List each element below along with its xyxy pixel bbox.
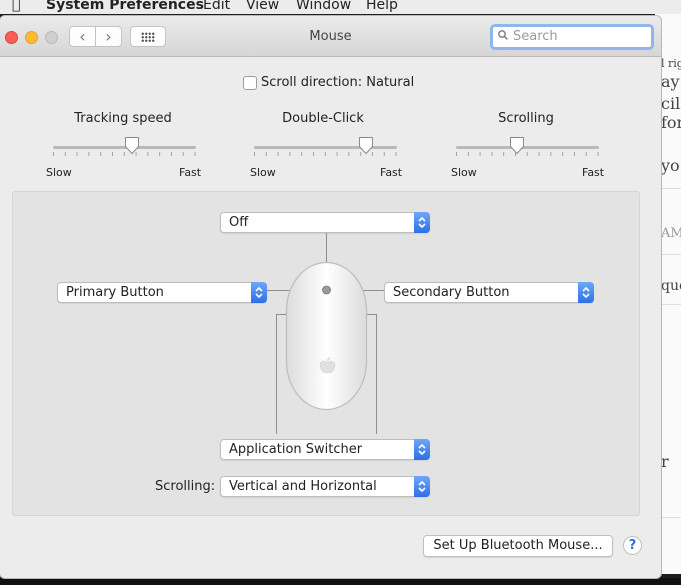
menu-view[interactable]: View xyxy=(246,0,279,12)
connector-line xyxy=(376,314,377,434)
side-button-popup[interactable]: Application Switcher xyxy=(220,439,430,460)
popup-arrows-icon xyxy=(414,212,430,233)
menu-edit[interactable]: Edit xyxy=(203,0,230,12)
background-text: r xyxy=(661,452,669,471)
popup-value: Application Switcher xyxy=(229,442,363,457)
popup-arrows-icon xyxy=(414,439,430,460)
search-icon xyxy=(498,30,508,40)
menu-help[interactable]: Help xyxy=(366,0,398,12)
background-text: ay xyxy=(661,72,680,91)
setup-bluetooth-mouse-button[interactable]: Set Up Bluetooth Mouse... xyxy=(423,535,613,557)
slider-min-label: Slow xyxy=(46,166,72,179)
popup-value: Off xyxy=(229,215,249,230)
slider-title: Tracking speed xyxy=(74,111,172,126)
slider-title: Scrolling xyxy=(498,111,554,126)
scrolling-label: Scrolling: xyxy=(155,479,216,494)
slider-thumb[interactable] xyxy=(509,136,525,155)
slider-max-label: Fast xyxy=(380,166,403,179)
slider-thumb[interactable] xyxy=(124,136,140,155)
scrolling-mode-popup[interactable]: Vertical and Horizontal xyxy=(220,476,430,497)
slider-ticks xyxy=(254,152,397,156)
apple-logo-icon[interactable]:  xyxy=(12,0,20,12)
slider-max-label: Fast xyxy=(582,166,605,179)
slider-min-label: Slow xyxy=(250,166,276,179)
slider-ticks xyxy=(456,152,599,156)
popup-arrows-icon xyxy=(251,282,267,303)
title-bar: ‹ › Mouse xyxy=(0,16,661,57)
connector-line xyxy=(276,314,277,434)
slider-track[interactable] xyxy=(254,146,397,149)
background-text: yo xyxy=(661,156,680,175)
slider-min-label: Slow xyxy=(451,166,477,179)
slider-thumb[interactable] xyxy=(358,136,374,155)
mouse-preferences-window: ‹ › Mouse Scroll direction: Natural Trac… xyxy=(0,16,661,578)
background-text: l rig xyxy=(661,57,681,70)
menu-app-name[interactable]: System Preferences xyxy=(46,0,204,12)
top-button-popup[interactable]: Off xyxy=(220,212,430,233)
help-button[interactable]: ? xyxy=(623,536,642,555)
popup-value: Secondary Button xyxy=(393,285,510,300)
scroll-direction-checkbox[interactable] xyxy=(243,76,257,90)
slider-title: Double-Click xyxy=(282,111,364,126)
background-text: AM xyxy=(661,226,681,241)
slider-max-label: Fast xyxy=(179,166,202,179)
popup-arrows-icon xyxy=(578,282,594,303)
popup-value: Vertical and Horizontal xyxy=(229,479,377,494)
background-text: ques xyxy=(661,278,681,294)
background-text: for xyxy=(661,113,681,132)
search-input[interactable] xyxy=(513,29,643,44)
slider-track[interactable] xyxy=(456,146,599,149)
menu-window[interactable]: Window xyxy=(296,0,351,12)
scroll-direction-label: Scroll direction: Natural xyxy=(261,75,415,90)
desktop-strip xyxy=(0,578,681,585)
popup-arrows-icon xyxy=(414,476,430,497)
menu-bar:  System Preferences Edit View Window He… xyxy=(0,0,681,14)
magic-mouse-icon xyxy=(285,261,368,411)
primary-button-popup[interactable]: Primary Button xyxy=(57,282,267,303)
background-text: cilit xyxy=(661,94,681,113)
popup-value: Primary Button xyxy=(66,285,164,300)
search-field[interactable] xyxy=(490,24,654,50)
secondary-button-popup[interactable]: Secondary Button xyxy=(384,282,594,303)
